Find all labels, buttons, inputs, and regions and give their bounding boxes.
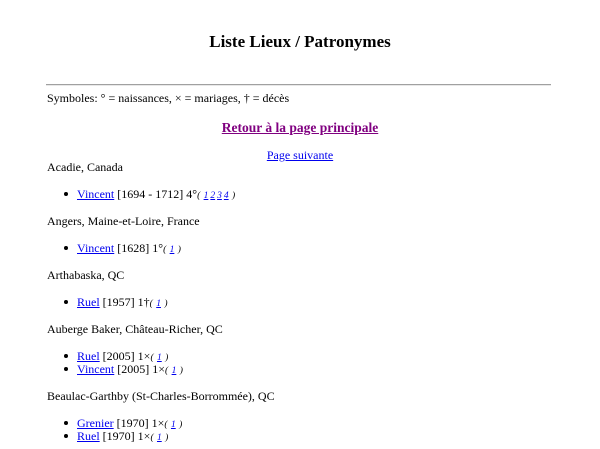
entry-detail: [1694 - 1712] 4° <box>114 187 198 201</box>
entry-detail: [2005] 1× <box>99 349 151 363</box>
surname-link[interactable]: Ruel <box>77 429 100 443</box>
list-item: Vincent [1694 - 1712] 4°( 1234 ) <box>47 188 235 201</box>
entry-detail: [1957] 1† <box>99 295 150 309</box>
surname-link[interactable]: Vincent <box>77 241 114 255</box>
reference-link[interactable]: 1 <box>157 433 162 443</box>
entry-list: Grenier [1970] 1×( 1 ) Ruel [1970] 1×( 1 … <box>47 417 182 443</box>
surname-link[interactable]: Grenier <box>77 416 114 430</box>
surname-link[interactable]: Ruel <box>77 295 100 309</box>
list-item: Vincent [1628] 1°( 1 ) <box>47 242 181 255</box>
reference-link[interactable]: 4 <box>224 191 229 201</box>
entry-detail: [1628] 1° <box>114 241 164 255</box>
reference-links: ( 1 ) <box>163 245 181 255</box>
surname-link[interactable]: Vincent <box>77 187 114 201</box>
place-heading: Auberge Baker, Château-Richer, QC <box>47 322 223 336</box>
reference-link[interactable]: 3 <box>217 191 222 201</box>
page: Liste Lieux / Patronymes Symboles: ° = n… <box>0 0 600 449</box>
reference-link[interactable]: 1 <box>170 245 175 255</box>
reference-link[interactable]: 1 <box>171 420 176 430</box>
place-heading: Beaulac-Garthby (St-Charles-Borrommée), … <box>47 389 275 403</box>
next-page-link[interactable]: Page suivante <box>267 148 333 162</box>
reference-links: ( 1 ) <box>164 420 183 430</box>
entry-list: Ruel [1957] 1†( 1 ) <box>47 296 168 309</box>
reference-link[interactable]: 2 <box>210 191 215 201</box>
back-link-container: Retour à la page principale <box>0 119 600 137</box>
entry-list: Ruel [2005] 1×( 1 ) Vincent [2005] 1×( 1 … <box>47 350 183 376</box>
reference-links: ( 1234 ) <box>197 191 236 201</box>
place-heading: Arthabaska, QC <box>47 268 125 282</box>
reference-links: ( 1 ) <box>165 366 183 376</box>
divider <box>46 84 551 86</box>
back-to-main-link[interactable]: Retour à la page principale <box>222 120 379 135</box>
entry-list: Vincent [1694 - 1712] 4°( 1234 ) <box>47 188 235 201</box>
entry-list: Vincent [1628] 1°( 1 ) <box>47 242 181 255</box>
list-item: Vincent [2005] 1×( 1 ) <box>47 363 183 376</box>
symbols-legend: Symboles: ° = naissances, × = mariages, … <box>47 91 290 105</box>
surname-link[interactable]: Vincent <box>77 362 114 376</box>
surname-link[interactable]: Ruel <box>77 349 100 363</box>
entry-detail: [1970] 1× <box>113 416 165 430</box>
page-title: Liste Lieux / Patronymes <box>209 32 391 51</box>
reference-link[interactable]: 1 <box>172 366 177 376</box>
reference-links: ( 1 ) <box>150 433 169 443</box>
entry-detail: [2005] 1× <box>114 362 166 376</box>
reference-link[interactable]: 1 <box>156 299 161 309</box>
list-item: Ruel [1957] 1†( 1 ) <box>47 296 168 309</box>
reference-link[interactable]: 1 <box>204 191 209 201</box>
place-heading: Angers, Maine-et-Loire, France <box>47 214 200 228</box>
place-heading: Acadie, Canada <box>47 160 123 174</box>
entry-detail: [1970] 1× <box>99 429 151 443</box>
reference-links: ( 1 ) <box>149 299 168 309</box>
list-item: Ruel [1970] 1×( 1 ) <box>47 430 182 443</box>
